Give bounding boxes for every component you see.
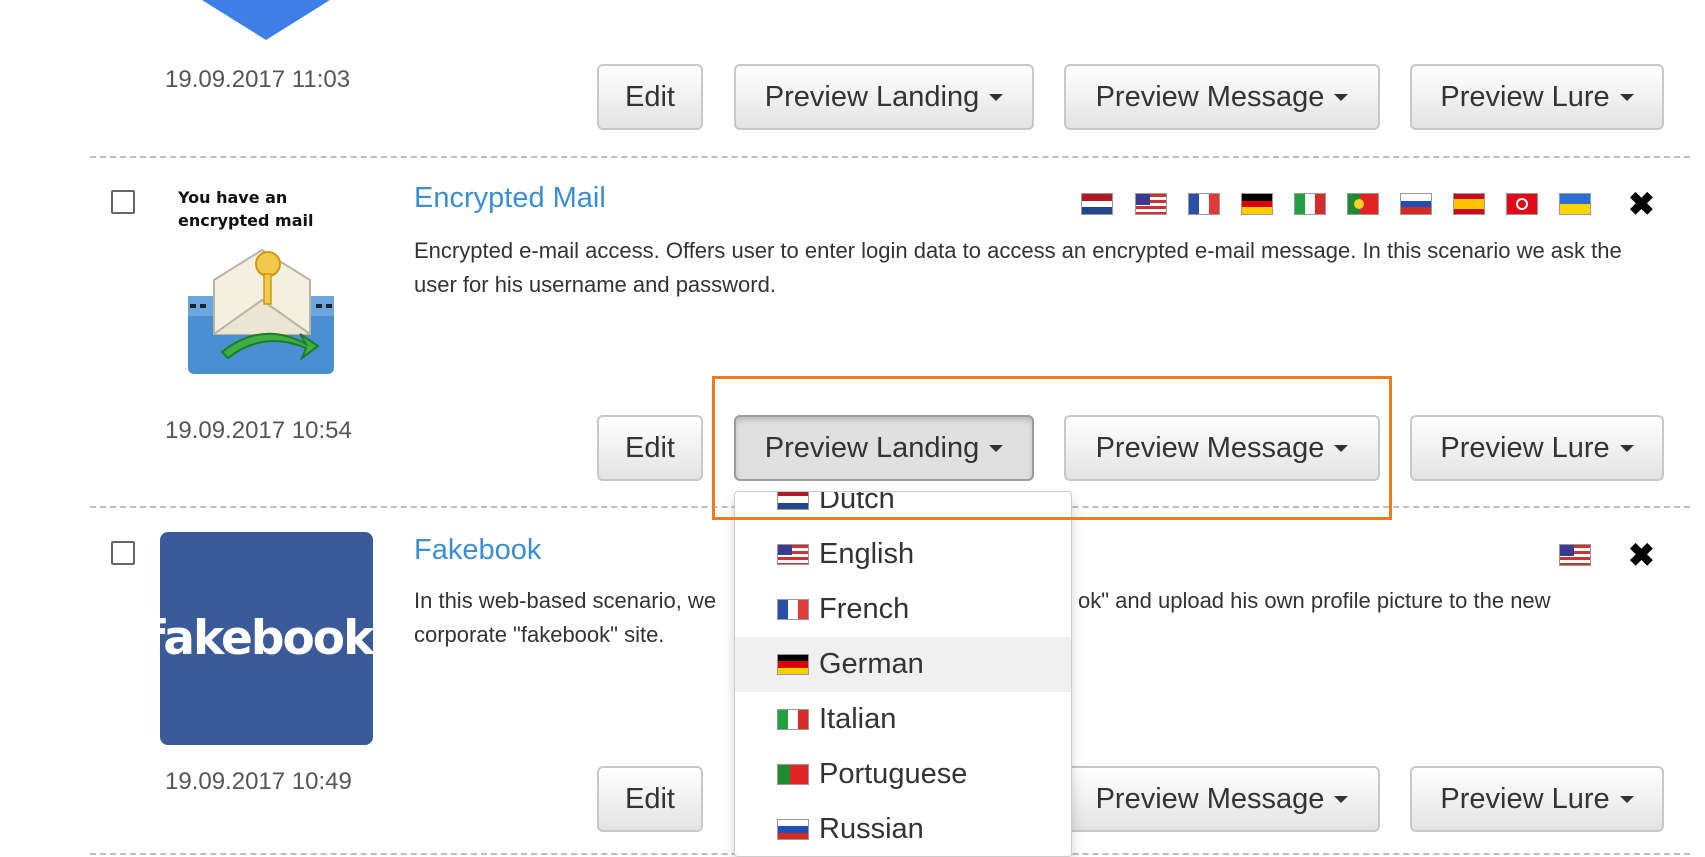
preview-message-button[interactable]: Preview Message [1064,766,1380,832]
caret-down-icon [1619,93,1634,101]
delete-x-icon[interactable]: ✖ [1628,188,1655,220]
row-checkbox[interactable] [111,190,135,214]
scenario-title-link[interactable]: Fakebook [414,534,541,567]
dropdown-item-german[interactable]: German [735,637,1071,692]
delete-x-icon[interactable]: ✖ [1628,539,1655,571]
row-checkbox[interactable] [111,541,135,565]
pt-flag-icon [777,764,809,785]
us-flag-icon [777,544,809,565]
it-flag-icon[interactable] [1294,193,1326,215]
fr-flag-icon[interactable] [1188,193,1220,215]
fakebook-logo: fakebook. [160,532,373,745]
pt-flag-icon[interactable] [1347,193,1379,215]
scenario-description: Encrypted e-mail access. Offers user to … [414,238,1622,297]
caret-down-icon [989,93,1004,101]
encrypted-mail-icon [188,248,334,374]
preview-landing-button[interactable]: Preview Landing [734,64,1034,130]
ru-flag-icon [777,819,809,840]
dropdown-item-french[interactable]: French [735,582,1071,637]
caret-down-icon [1619,444,1634,452]
scenario-description: corporate "fakebook" site. [414,622,665,647]
caret-down-icon [1334,444,1349,452]
us-flag-icon[interactable] [1135,193,1167,215]
nl-flag-icon[interactable] [1081,193,1113,215]
de-flag-icon [777,654,809,675]
es-flag-icon[interactable] [1453,193,1485,215]
caret-down-icon [1334,93,1349,101]
preview-lure-button[interactable]: Preview Lure [1410,415,1664,481]
fr-flag-icon [777,599,809,620]
caret-down-icon [989,444,1004,452]
thumbnail-caption: You have an [178,188,288,207]
preview-lure-button[interactable]: Preview Lure [1410,64,1664,130]
preview-lure-button[interactable]: Preview Lure [1410,766,1664,832]
ua-flag-icon[interactable] [1559,193,1591,215]
dropdown-item-english[interactable]: English [735,527,1071,582]
it-flag-icon [777,709,809,730]
dropdown-item-dutch[interactable]: Dutch [735,492,1071,527]
ru-flag-icon[interactable] [1400,193,1432,215]
caret-down-icon [1619,795,1634,803]
dropdown-item-russian[interactable]: Russian [735,802,1071,856]
de-flag-icon[interactable] [1241,193,1273,215]
scenario-description: ok" and upload his own profile picture t… [1078,588,1551,613]
download-arrow-icon [202,0,330,40]
preview-message-button[interactable]: Preview Message [1064,64,1380,130]
language-dropdown-menu: Dutch English French German Italian Port… [734,491,1072,857]
edit-button[interactable]: Edit [597,415,703,481]
scenario-description: In this web-based scenario, we [414,588,717,613]
tr-flag-icon[interactable] [1506,193,1538,215]
caret-down-icon [1334,795,1349,803]
preview-message-button[interactable]: Preview Message [1064,415,1380,481]
preview-landing-button[interactable]: Preview Landing [734,415,1034,481]
scenario-title-link[interactable]: Encrypted Mail [414,182,606,215]
row-divider [90,156,1690,158]
dropdown-item-portuguese[interactable]: Portuguese [735,747,1071,802]
thumbnail-caption: encrypted mail [178,211,314,230]
scenario-thumbnail: You have an encrypted mail [178,186,378,389]
nl-flag-icon [777,492,809,510]
edit-button[interactable]: Edit [597,766,703,832]
fakebook-logo-text: fakebook. [160,611,373,666]
us-flag-icon[interactable] [1559,544,1591,566]
edit-button[interactable]: Edit [597,64,703,130]
dropdown-item-italian[interactable]: Italian [735,692,1071,747]
